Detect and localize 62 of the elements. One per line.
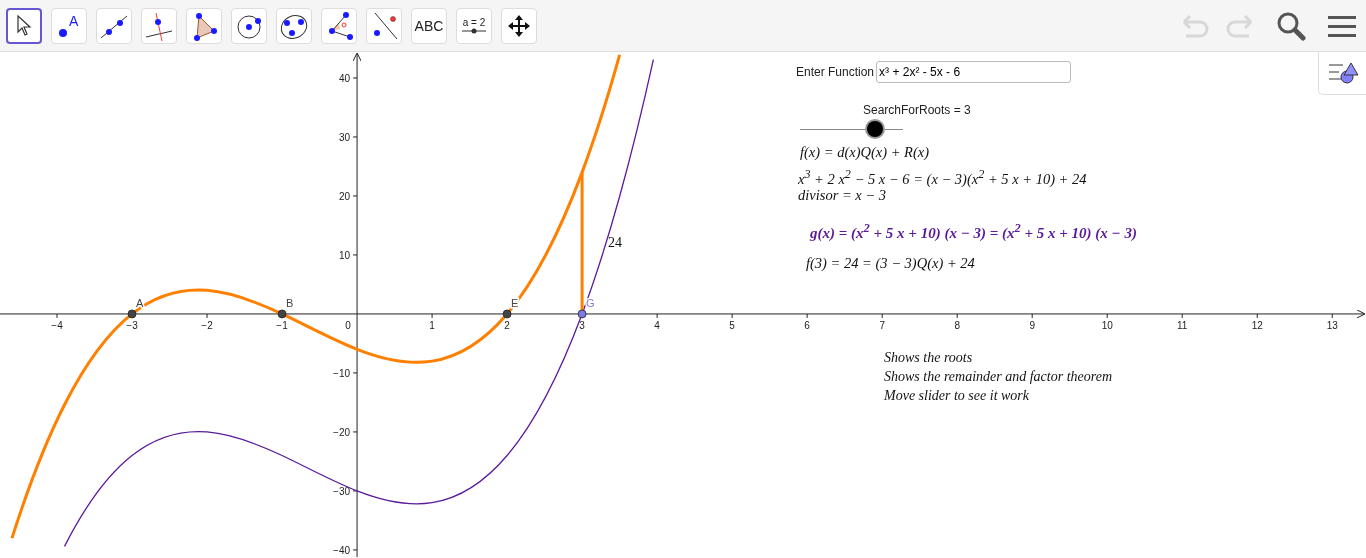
formula: x$^{3}$ + 2 x$^{2}$ − 5 x − 6 = (x − 3)(x$^{2}$ + 5 x + 10) + 24	[798, 167, 1087, 188]
style-bar-toggle[interactable]	[1318, 52, 1366, 95]
note-text: Shows the roots	[884, 349, 974, 367]
tick-label: 11	[1177, 319, 1188, 331]
formula: g(x) = (x$^{2}$ + 5 x + 10) (x − 3) = (x$^{2}$ + 5 x + 10) (x − 3)	[810, 221, 1137, 242]
tick-label: 10	[338, 249, 351, 261]
shapes-icon	[1326, 60, 1359, 86]
tick-label: 1	[429, 319, 435, 331]
tick-label: −4	[51, 319, 63, 331]
tick-label: 30	[338, 131, 351, 143]
tick-label: 10	[1101, 319, 1113, 331]
tick-label: 8	[954, 319, 960, 331]
point-label: A	[136, 296, 144, 309]
formula: f(3) = 24 = (3 − 3)Q(x) + 24	[806, 255, 975, 272]
tick-label: −10	[333, 367, 351, 379]
tick-label: 9	[1029, 319, 1035, 331]
note-text: Move slider to see it work	[884, 387, 1031, 405]
slider-tool[interactable]: a = 2	[456, 7, 492, 44]
tick-label: −20	[333, 426, 351, 438]
tick-label: 13	[1326, 319, 1338, 331]
tick-label: 12	[1251, 319, 1263, 331]
text-tool[interactable]: ABC	[411, 7, 447, 44]
circle-tool[interactable]	[231, 7, 267, 44]
point[interactable]	[277, 309, 287, 319]
tick-label: 6	[804, 319, 810, 331]
field-label: Enter Function	[796, 65, 875, 79]
perpendicular-tool[interactable]	[141, 7, 177, 44]
origin-label: 0	[345, 319, 351, 331]
tick-label: −3	[126, 319, 138, 331]
tick-label: 5	[729, 319, 735, 331]
perpendicular-line-icon	[144, 10, 174, 41]
conic-tool[interactable]	[276, 7, 312, 44]
tick-label: 2	[504, 319, 510, 331]
polygon-tool[interactable]	[186, 7, 222, 44]
point[interactable]	[502, 309, 512, 319]
note-text: Shows the remainder and factor theorem	[884, 368, 1112, 386]
formula: divisor = x − 3	[798, 187, 887, 204]
slider-thumb[interactable]	[867, 121, 884, 137]
point[interactable]	[127, 309, 137, 319]
pan-tool[interactable]	[501, 7, 537, 44]
point[interactable]	[577, 309, 587, 319]
function-input[interactable]: x³ + 2x² - 5x - 6	[876, 61, 1072, 83]
tick-label: −1	[276, 319, 288, 331]
point-label: B	[286, 296, 294, 309]
reflect-tool[interactable]	[366, 7, 402, 44]
tick-label: 20	[338, 190, 351, 202]
tick-label: 4	[654, 319, 660, 331]
tick-label: −2	[201, 319, 213, 331]
formula: f(x) = d(x)Q(x) + R(x)	[800, 144, 930, 161]
tick-label: 40	[338, 72, 351, 84]
point-label: G	[586, 296, 595, 309]
tick-label: 7	[879, 319, 885, 331]
segment-label: 24	[608, 235, 623, 251]
cursor-icon	[16, 14, 32, 37]
slider-icon	[460, 28, 488, 34]
move-tool[interactable]	[6, 7, 42, 44]
tick-label: 3	[579, 319, 585, 331]
slider-caption: SearchForRoots = 3	[863, 103, 971, 117]
angle-tool[interactable]	[321, 7, 357, 44]
tick-label: −30	[333, 485, 351, 497]
line-tool[interactable]	[96, 7, 132, 44]
tick-label: −40	[333, 544, 351, 556]
